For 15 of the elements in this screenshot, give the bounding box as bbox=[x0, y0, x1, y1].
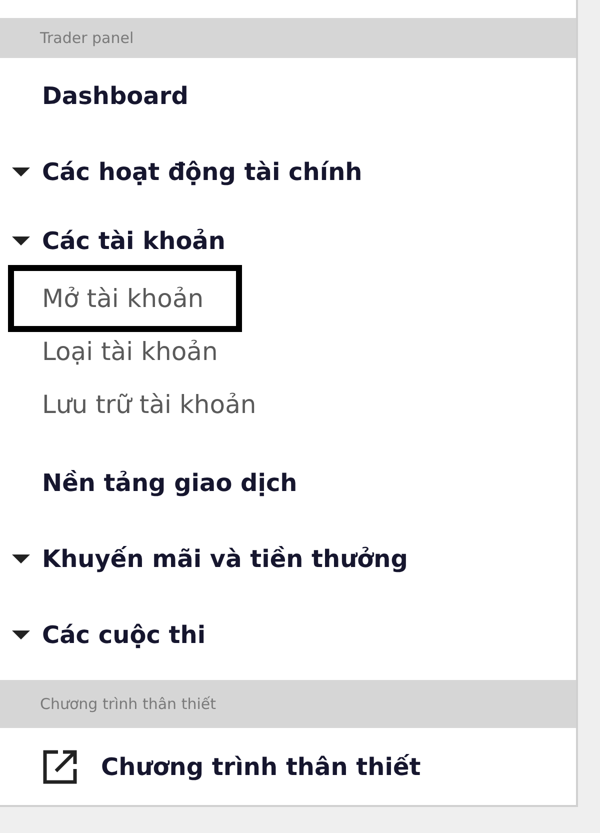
menu-link[interactable]: Chương trình thân thiết bbox=[101, 748, 421, 784]
section-header: Chương trình thân thiết bbox=[40, 694, 216, 715]
menu-link[interactable]: Dashboard bbox=[42, 78, 188, 114]
caret-icon bbox=[12, 236, 30, 246]
menu-link[interactable]: Nền tảng giao dịch bbox=[42, 465, 298, 501]
caret-icon bbox=[12, 554, 30, 564]
menu-group[interactable]: Các tài khoản bbox=[42, 223, 226, 259]
menu-group[interactable]: Khuyến mãi và tiền thưởng bbox=[42, 541, 408, 577]
menu-group[interactable]: Các cuộc thi bbox=[42, 617, 206, 653]
caret-icon bbox=[12, 168, 30, 176]
section-header: Trader panel bbox=[40, 28, 134, 49]
submenu-link[interactable]: Mở tài khoản bbox=[8, 265, 242, 332]
menu-group[interactable]: Các hoạt động tài chính bbox=[42, 154, 362, 190]
caret-icon bbox=[12, 630, 30, 640]
external-link-icon bbox=[42, 748, 78, 784]
